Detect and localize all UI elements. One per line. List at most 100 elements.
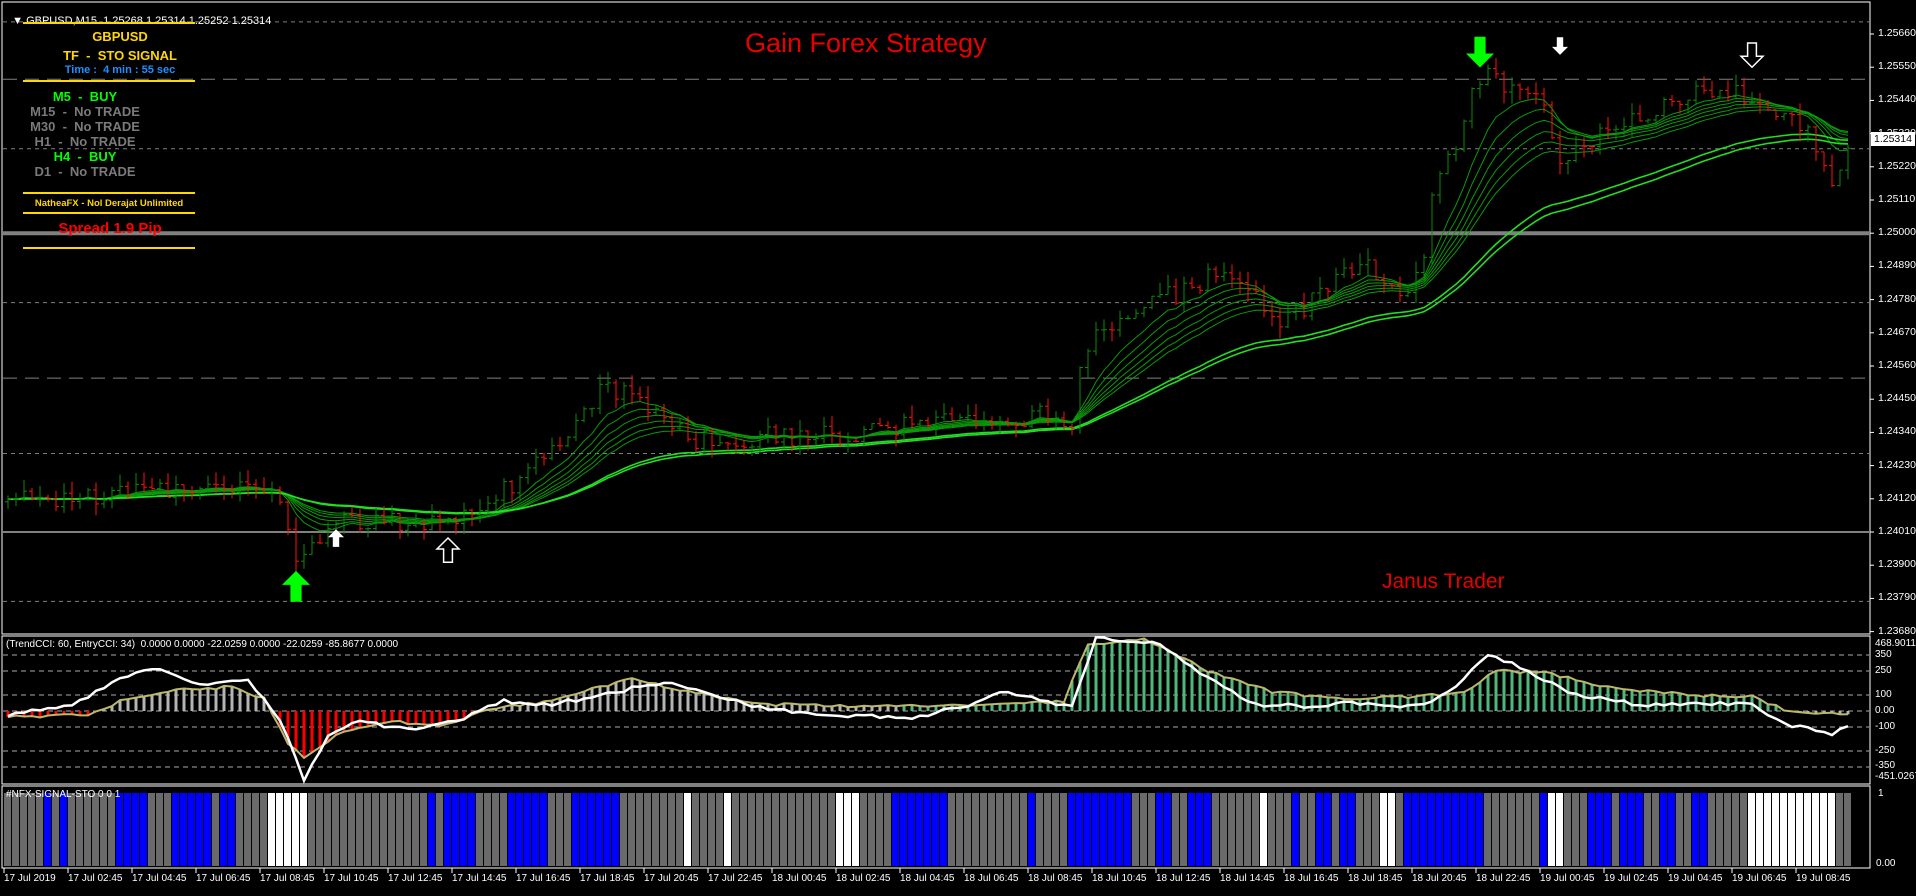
sto-signal-bar (492, 793, 499, 866)
chart-canvas[interactable] (0, 0, 1916, 896)
sto-signal-bar (1244, 793, 1251, 866)
sto-signal-bar (524, 793, 531, 866)
sto-signal-bar (692, 793, 699, 866)
sto-signal-bar (1300, 793, 1307, 866)
sto-signal-bar (1388, 793, 1395, 866)
time-axis-label: 19 Jul 02:45 (1604, 873, 1659, 884)
sto-signal-bar (1332, 793, 1339, 866)
price-bar (1589, 145, 1595, 155)
price-bar (1469, 87, 1475, 129)
price-bar (765, 417, 771, 444)
time-axis-label: 17 Jul 20:45 (644, 873, 699, 884)
sto-signal-bar (1348, 793, 1355, 866)
sto-signal-bar (1788, 793, 1795, 866)
sto-signal-bar (684, 793, 691, 866)
time-axis-label: 18 Jul 08:45 (1028, 873, 1083, 884)
price-bar (637, 386, 643, 401)
sto-signal-bar (1820, 793, 1827, 866)
sto-signal-bar (84, 793, 91, 866)
price-bar (1269, 300, 1275, 327)
price-bar (1669, 95, 1675, 107)
sto-signal-bar (244, 793, 251, 866)
sto-signal-bar (428, 793, 435, 866)
price-bar (1709, 80, 1715, 99)
price-bar (1517, 83, 1523, 101)
price-bar (1141, 306, 1147, 318)
sto-signal-bar (724, 793, 731, 866)
price-bar (1741, 77, 1747, 108)
price-bar (693, 431, 699, 453)
ema-line (8, 109, 1849, 521)
price-bar (1637, 104, 1643, 122)
sto-signal-bar (1676, 793, 1683, 866)
sto-signal-bar (36, 793, 43, 866)
sto-signal-bar (1092, 793, 1099, 866)
price-bar (565, 435, 571, 447)
brand-text: NatheaFX - Nol Derajat Unlimited (34, 198, 184, 209)
signal-row-m30: M30 - No TRADE (30, 119, 140, 134)
cci-axis-label: 250 (1875, 665, 1892, 676)
sto-signal-bar (364, 793, 371, 866)
sto-signal-bar (452, 793, 459, 866)
price-bar (1789, 111, 1795, 127)
price-bar (549, 437, 555, 461)
sto-signal-bar (260, 793, 267, 866)
time-axis-label: 18 Jul 10:45 (1092, 873, 1147, 884)
price-bar (717, 433, 723, 447)
sto-signal-bar (1572, 793, 1579, 866)
sto-signal-bar (1188, 793, 1195, 866)
sto-signal-bar (1292, 793, 1299, 866)
sto-signal-bar (700, 793, 707, 866)
price-axis-label: 1.25000 (1878, 226, 1916, 239)
signal-row-h4: H4 - BUY (53, 149, 117, 164)
sto-signal-bar (508, 793, 515, 866)
sto-signal-bar (404, 793, 411, 866)
sto-signal-bar (100, 793, 107, 866)
price-bar (101, 491, 107, 509)
price-bar (197, 486, 203, 500)
price-axis-label: 1.23680 (1878, 624, 1916, 637)
price-bar (533, 448, 539, 475)
signal-row-m15: M15 - No TRADE (30, 104, 140, 119)
sto-signal-bar (1556, 793, 1563, 866)
price-bar (1333, 267, 1339, 294)
sto-signal-bar (1180, 793, 1187, 866)
sto-signal-bar (332, 793, 339, 866)
price-axis-label: 1.24670 (1878, 325, 1916, 338)
price-bar (877, 417, 883, 427)
sto-signal-bar (1404, 793, 1411, 866)
price-bar (157, 478, 163, 491)
time-axis-label: 18 Jul 20:45 (1412, 873, 1467, 884)
sto-signal-bar (804, 793, 811, 866)
sto-signal-bar (1844, 793, 1851, 866)
sto-signal-bar (1276, 793, 1283, 866)
sto-signal-bar (540, 793, 547, 866)
sto-signal-bar (1428, 793, 1435, 866)
sto-signal-bar (276, 793, 283, 866)
time-axis-label: 18 Jul 22:45 (1476, 873, 1531, 884)
sto-signal-bar (852, 793, 859, 866)
sto-signal-bar (1652, 793, 1659, 866)
sto-signal-bar (340, 793, 347, 866)
price-axis-label: 1.25550 (1878, 60, 1916, 73)
sto-signal-bar (1444, 793, 1451, 866)
triangle-down-icon[interactable]: ▼ (12, 15, 26, 27)
sto-signal-bar (1604, 793, 1611, 866)
time-axis-label: 18 Jul 12:45 (1156, 873, 1211, 884)
price-axis-label: 1.24780 (1878, 292, 1916, 305)
sto-indicator-label: #NFX-SIGNAL-STO 0 0 1 (6, 789, 121, 800)
sto-signal-bar (716, 793, 723, 866)
sto-signal-bar (396, 793, 403, 866)
sto-signal-bar (1828, 793, 1835, 866)
sto-signal-bar (732, 793, 739, 866)
sto-signal-bar (1628, 793, 1635, 866)
price-bar (301, 543, 307, 569)
price-bar (1117, 310, 1123, 337)
sto-signal-bar (1836, 793, 1843, 866)
sto-signal-bar (916, 793, 923, 866)
sto-signal-bar (740, 793, 747, 866)
price-axis-label: 1.25110 (1878, 193, 1916, 205)
price-bar (1405, 288, 1411, 298)
sto-signal-bar (636, 793, 643, 866)
ema-line (8, 97, 1849, 526)
